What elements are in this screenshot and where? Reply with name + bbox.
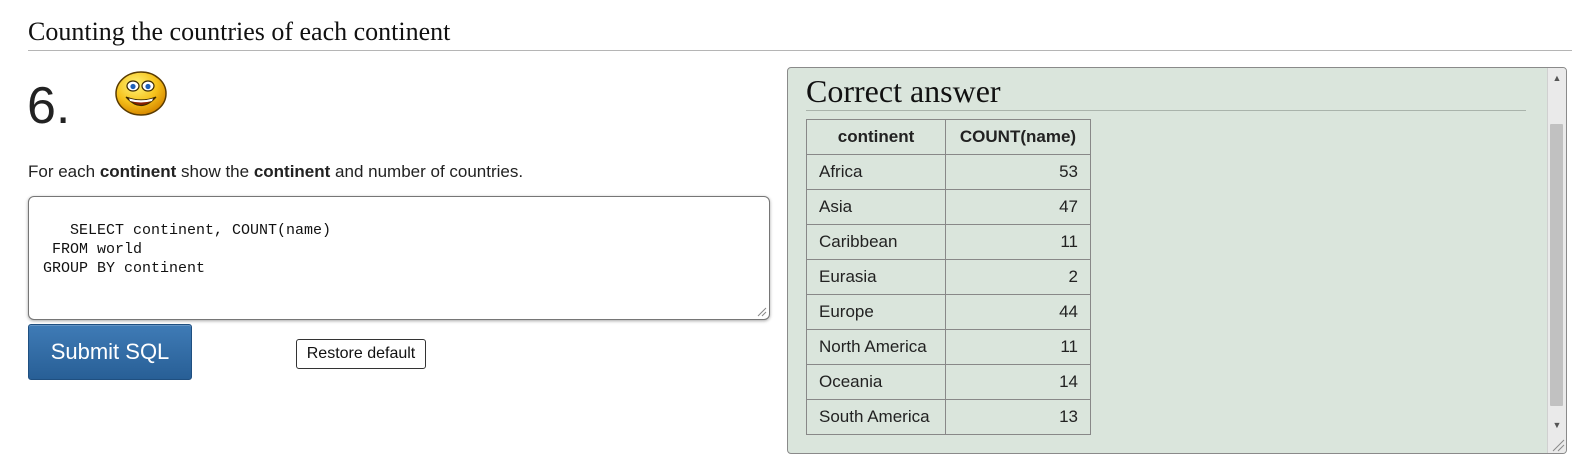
resize-grip-icon[interactable] <box>1551 438 1565 452</box>
continent-cell: South America <box>806 399 946 435</box>
count-cell: 13 <box>945 399 1091 435</box>
submit-sql-button[interactable]: Submit SQL <box>28 324 192 380</box>
table-row: Caribbean 11 <box>806 224 1091 260</box>
correct-answer-panel: Correct answer continent COUNT(name) Afr… <box>787 67 1567 454</box>
count-cell: 2 <box>945 259 1091 295</box>
table-row: Oceania 14 <box>806 364 1091 400</box>
count-cell: 11 <box>945 224 1091 260</box>
count-cell: 44 <box>945 294 1091 330</box>
count-cell: 11 <box>945 329 1091 365</box>
table-header-row: continent COUNT(name) <box>806 119 1091 155</box>
question-keyword: continent <box>253 162 331 181</box>
sql-editor[interactable]: SELECT continent, COUNT(name) FROM world… <box>28 196 770 320</box>
page: Counting the countries of each continent… <box>0 0 1572 456</box>
restore-default-button[interactable]: Restore default <box>296 339 426 369</box>
question-keyword: continent <box>99 162 177 181</box>
count-cell: 47 <box>945 189 1091 225</box>
sql-editor-text[interactable]: SELECT continent, COUNT(name) FROM world… <box>34 222 331 277</box>
result-table: continent COUNT(name) Africa 53 Asia 47 … <box>806 119 1091 435</box>
question-text-part: show the <box>176 162 254 181</box>
table-row: North America 11 <box>806 329 1091 365</box>
scrollbar-thumb[interactable] <box>1550 124 1563 406</box>
scroll-up-arrow-icon[interactable]: ▲ <box>1548 70 1566 86</box>
count-cell: 53 <box>945 154 1091 190</box>
table-row: Eurasia 2 <box>806 259 1091 295</box>
continent-cell: Europe <box>806 294 946 330</box>
continent-cell: North America <box>806 329 946 365</box>
answer-scrollbar[interactable]: ▲ ▼ <box>1547 68 1566 453</box>
question-text: For each continent show the continent an… <box>28 161 523 183</box>
resize-grip-icon[interactable] <box>757 307 767 317</box>
continent-cell: Asia <box>806 189 946 225</box>
question-text-part: For each <box>28 162 100 181</box>
column-header-continent: continent <box>806 119 946 155</box>
continent-cell: Oceania <box>806 364 946 400</box>
table-row: South America 13 <box>806 399 1091 435</box>
continent-cell: Caribbean <box>806 224 946 260</box>
section-heading: Counting the countries of each continent <box>28 14 1572 51</box>
question-number: 6. <box>27 77 71 135</box>
column-header-count: COUNT(name) <box>945 119 1091 155</box>
count-cell: 14 <box>945 364 1091 400</box>
table-row: Africa 53 <box>806 154 1091 190</box>
table-row: Asia 47 <box>806 189 1091 225</box>
correct-answer-title: Correct answer <box>806 72 1526 111</box>
scroll-down-arrow-icon[interactable]: ▼ <box>1548 417 1566 433</box>
continent-cell: Eurasia <box>806 259 946 295</box>
continent-cell: Africa <box>806 154 946 190</box>
question-text-part: and number of countries. <box>330 162 524 181</box>
table-row: Europe 44 <box>806 294 1091 330</box>
smiley-face-icon <box>115 71 167 116</box>
